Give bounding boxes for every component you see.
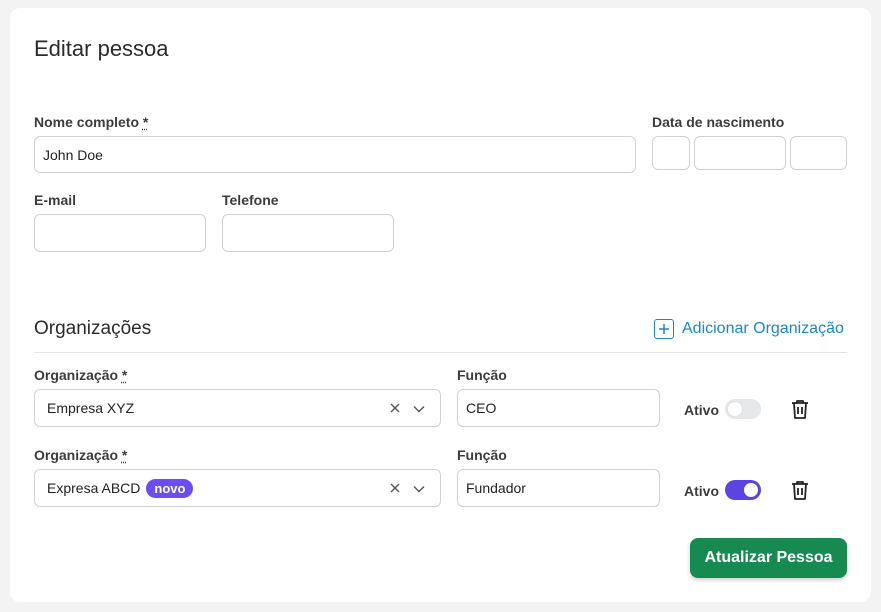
active-label: Ativo bbox=[684, 402, 719, 418]
page-title: Editar pessoa bbox=[34, 36, 169, 61]
update-person-button[interactable]: Atualizar Pessoa bbox=[690, 538, 847, 578]
birth-date-label: Data de nascimento bbox=[652, 114, 785, 130]
active-toggle[interactable] bbox=[725, 399, 761, 419]
active-toggle[interactable] bbox=[725, 480, 761, 500]
add-organization-label: Adicionar Organização bbox=[682, 320, 844, 337]
email-input[interactable] bbox=[34, 214, 206, 252]
organization-value: Expresa ABCD bbox=[47, 480, 141, 496]
role-label: Função bbox=[457, 367, 507, 383]
add-organization-button[interactable]: Adicionar Organização bbox=[654, 319, 844, 339]
new-badge: novo bbox=[146, 478, 194, 498]
toggle-knob bbox=[728, 402, 742, 416]
clear-icon[interactable] bbox=[386, 400, 404, 417]
organization-label: Organização * bbox=[34, 447, 128, 463]
edit-person-card: Editar pessoa Nome completo * John Doe D… bbox=[10, 8, 871, 602]
required-mark: * bbox=[142, 114, 149, 130]
active-label: Ativo bbox=[684, 483, 719, 499]
birth-day-input[interactable] bbox=[652, 136, 690, 170]
role-input[interactable]: CEO bbox=[457, 389, 660, 427]
plus-icon bbox=[654, 319, 674, 339]
organizations-section-title: Organizações bbox=[34, 318, 152, 339]
name-input[interactable]: John Doe bbox=[34, 136, 636, 173]
trash-icon[interactable] bbox=[791, 480, 809, 505]
chevron-down-icon[interactable] bbox=[410, 400, 428, 417]
role-input[interactable]: Fundador bbox=[457, 469, 660, 507]
name-label: Nome completo * bbox=[34, 114, 149, 130]
role-label: Função bbox=[457, 447, 507, 463]
section-divider bbox=[34, 352, 847, 353]
required-mark: * bbox=[121, 447, 128, 463]
email-label: E-mail bbox=[34, 192, 77, 208]
organization-value: Empresa XYZ bbox=[47, 400, 135, 416]
birth-year-input[interactable] bbox=[790, 136, 847, 170]
organization-select[interactable]: Empresa XYZ bbox=[34, 389, 441, 427]
organization-label: Organização * bbox=[34, 367, 128, 383]
toggle-knob bbox=[744, 483, 758, 497]
birth-month-input[interactable] bbox=[694, 136, 786, 170]
chevron-down-icon[interactable] bbox=[410, 480, 428, 497]
trash-icon[interactable] bbox=[791, 399, 809, 424]
phone-input[interactable] bbox=[222, 214, 394, 252]
phone-label: Telefone bbox=[222, 192, 279, 208]
required-mark: * bbox=[121, 367, 128, 383]
clear-icon[interactable] bbox=[386, 480, 404, 497]
organization-select[interactable]: Expresa ABCD novo bbox=[34, 469, 441, 507]
